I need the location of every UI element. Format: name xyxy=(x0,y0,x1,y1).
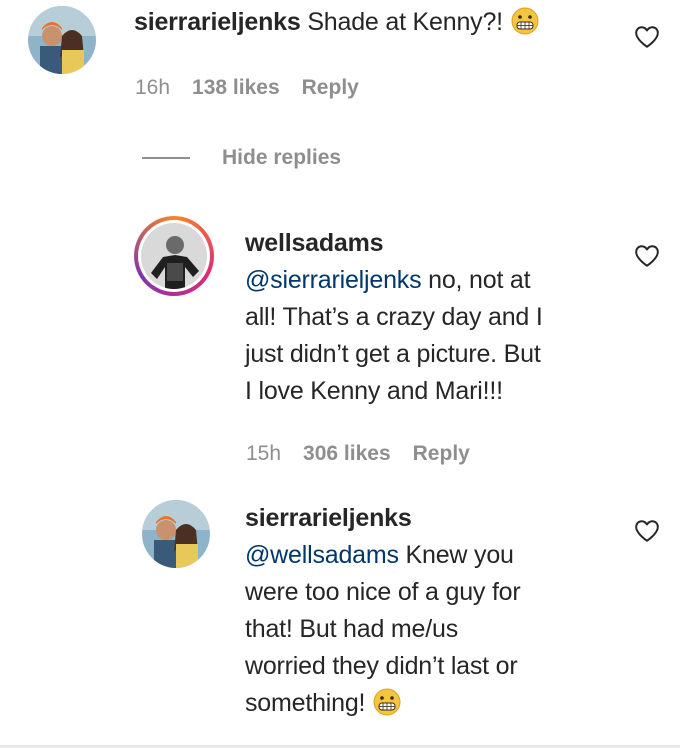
reply-2-mention[interactable]: @wellsadams xyxy=(245,541,399,569)
reply-2-line-1: @wellsadams Knew you xyxy=(245,537,625,574)
avatar-wellsadams[interactable] xyxy=(134,216,214,296)
reply-2-text: sierrarieljenks @wellsadams Knew you wer… xyxy=(245,500,625,722)
reply-1-line-2: all! That’s a crazy day and I xyxy=(245,303,543,331)
reply-1-likes[interactable]: 306 likes xyxy=(303,442,391,466)
reply-1-line-1: @sierrarieljenks no, not at xyxy=(245,262,625,299)
grimacing-emoji-icon xyxy=(372,687,402,717)
comment-1-likes[interactable]: 138 likes xyxy=(192,76,280,100)
reply-2-line-5: something! xyxy=(245,685,625,722)
hide-replies-divider xyxy=(142,157,190,159)
reply-1-line-1-text: no, not at xyxy=(421,266,531,294)
heart-outline-icon[interactable] xyxy=(634,519,660,543)
reply-1-reply-button[interactable]: Reply xyxy=(413,442,470,466)
avatar-sierrarieljenks-reply[interactable] xyxy=(142,500,210,568)
comment-1-body: Shade at Kenny?! xyxy=(307,8,503,36)
comment-1-reply-button[interactable]: Reply xyxy=(302,76,359,100)
grimacing-emoji-icon xyxy=(510,6,540,36)
reply-2-line-2: were too nice of a guy for xyxy=(245,578,521,606)
heart-outline-icon[interactable] xyxy=(634,25,660,49)
reply-2-line-5-text: something! xyxy=(245,689,366,717)
hide-replies-label: Hide replies xyxy=(222,146,342,169)
reply-1-username-line: wellsadams xyxy=(245,225,625,262)
heart-outline-icon[interactable] xyxy=(634,244,660,268)
avatar-sierrarieljenks[interactable] xyxy=(28,6,96,74)
reply-2-line-1-text: Knew you xyxy=(398,541,514,569)
comment-1-meta: 16h 138 likes Reply xyxy=(135,76,359,100)
reply-1-username[interactable]: wellsadams xyxy=(245,229,384,257)
reply-1-meta: 15h 306 likes Reply xyxy=(246,442,470,466)
comment-1-time: 16h xyxy=(135,76,171,99)
reply-2-username-line: sierrarieljenks xyxy=(245,500,625,537)
reply-1-mention[interactable]: @sierrarieljenks xyxy=(245,266,422,294)
reply-1-line-3: just didn’t get a picture. But xyxy=(245,340,541,368)
comment-1-text: sierrarieljenks Shade at Kenny?! xyxy=(134,4,604,41)
reply-1-line-4: I love Kenny and Mari!!! xyxy=(245,377,503,405)
reply-1-time: 15h xyxy=(246,442,282,465)
comment-1-username[interactable]: sierrarieljenks xyxy=(134,8,301,36)
reply-2-line-3: that! But had me/us xyxy=(245,615,458,643)
reply-2-line-4: worried they didn’t last or xyxy=(245,652,518,680)
reply-2-username[interactable]: sierrarieljenks xyxy=(245,504,412,532)
reply-1-text: wellsadams @sierrarieljenks no, not at a… xyxy=(245,225,625,410)
hide-replies-button[interactable]: Hide replies xyxy=(142,146,341,170)
